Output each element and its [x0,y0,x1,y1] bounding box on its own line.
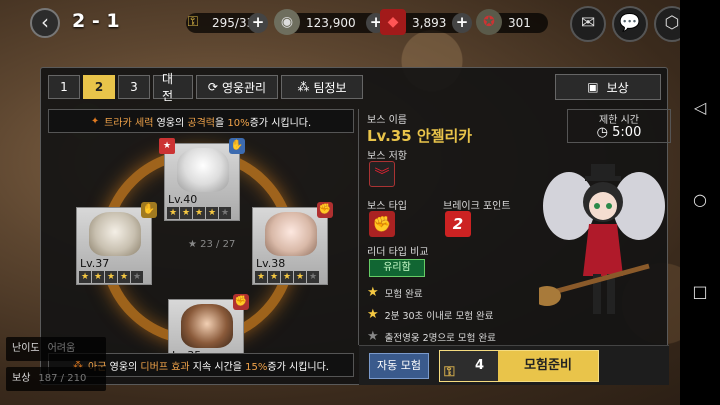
tab-team-2[interactable]: 2 [83,75,115,99]
key-cost: ⚿ 4 [440,351,498,381]
auto-adventure-button[interactable]: 자동 모험 [369,353,429,379]
mission-1: ★ 모험 완료 [367,285,423,300]
mission-2: ★ 2분 30초 이내로 모험 완료 [367,307,494,322]
tab-team-info[interactable]: ⁂ 팀정보 [281,75,363,99]
boss-type-label: 보스 타입 [367,201,407,212]
fist-type-icon: ✊ [233,294,249,310]
chest-icon: ▣ [587,80,599,94]
refresh-icon: ⟳ [207,80,218,94]
boss-name-label: 보스 이름 [367,115,407,126]
chat-button[interactable]: 💬 [612,6,648,42]
add-stamina-button[interactable]: + [248,13,268,33]
gold-counter: ◉ 123,900 + [274,9,386,35]
faction-icon: ✦ [90,115,100,127]
hero-portrait [265,212,317,256]
hero-level: Lv.40 [168,193,198,206]
honor-medal-icon: ✪ [476,9,502,35]
honor-value: 301 [508,16,531,30]
hero-stars: ★★★★★ [79,271,143,283]
hero-slot-left[interactable]: ✋ Lv.37 ★ ★ ★ ★ ★ [76,202,157,285]
key-icon: ⚿ [444,364,455,380]
ruby-counter: ◆ 3,893 + [380,9,472,35]
recents-nav-icon[interactable]: □ [690,282,710,302]
leader-icon: ★ [159,138,175,154]
clock-icon: ◷ [596,125,608,140]
stamina-counter: ⚿ 295/33 + [186,13,268,33]
leader-buff-bar: ✦ 트라카 세력 영웅의 공격력을 10%증가 시킵니다. [48,109,354,133]
hero-portrait [177,148,229,192]
tab-team-info-label: 팀정보 [313,80,347,95]
hero-portrait [181,304,233,348]
break-point-label: 브레이크 포인트 [443,201,511,212]
team-tabs: 1 2 3 대전 ⟳ 영웅관리 ⁂ 팀정보 [48,72,363,103]
formation-progress: ★ 23 / 27 [188,239,236,250]
start-adventure-button[interactable]: ⚿ 4 모험준비 [439,350,599,382]
reward-button[interactable]: ▣ 보상 [555,74,661,100]
adventure-panel: 1 2 3 대전 ⟳ 영웅관리 ⁂ 팀정보 ▣ 보상 ✦ 트라카 세력 영웅의 … [40,67,671,385]
back-nav-icon[interactable]: ◁ [690,98,710,118]
action-bar: 자동 모험 ⚿ 4 모험준비 [359,345,669,385]
tab-hero-manage[interactable]: ⟳ 영웅관리 [196,75,278,99]
boss-portrait [539,164,665,314]
mail-icon: ✉ [580,13,596,33]
fist-type-icon: ✊ [369,211,395,237]
stage-title: 2 - 1 [72,10,120,32]
key-cost-value: 4 [474,358,484,373]
hero-slot-right[interactable]: ✊ Lv.38 ★ ★ ★ ★ ★ [252,202,333,285]
tab-team-1[interactable]: 1 [48,75,80,99]
gold-value: 123,900 [306,16,356,30]
time-limit-box: 제한 시간 ◷ 5:00 [567,109,671,143]
star-icon: ★ [367,307,379,322]
leader-compare-badge: 유리함 [369,259,425,277]
difficulty-indicator[interactable]: 난이도 어려움 [6,337,106,361]
leader-buff-text: 트라카 세력 영웅의 공격력을 10%증가 시킵니다. [104,117,312,129]
time-limit-value: ◷ 5:00 [596,125,642,140]
start-adventure-label: 모험준비 [524,358,572,373]
leader-compare-label: 리더 타입 비교 [367,247,429,258]
home-nav-icon[interactable]: ○ [690,190,710,210]
hero-slot-top[interactable]: ★ ✋ Lv.40 ★ ★ ★ ★ ★ [159,138,245,221]
hero-level: Lv.37 [80,257,110,270]
hero-stars: ★★★★★ [255,271,319,283]
dice-icon: ⬡ [664,13,680,33]
star-icon: ★ [367,329,379,344]
chat-icon: 💬 [619,13,641,33]
key-icon: ⚿ [187,14,199,30]
top-bar: ‹ 2 - 1 ⚿ 295/33 + ◉ 123,900 + ◆ 3,893 +… [0,0,720,48]
hand-type-icon: ✋ [141,202,157,218]
honor-counter: ✪ 301 [476,9,548,35]
resist-chevron-icon: ︾ [369,161,395,187]
tab-hero-manage-label: 영웅관리 [221,80,267,95]
boss-resist-label: 보스 저항 [367,151,407,162]
hero-portrait [89,212,141,256]
boss-name: Lv.35 안젤리카 [367,127,473,145]
mission-3: ★ 출전영웅 2명으로 모험 완료 [367,329,496,344]
break-point-value: 2 [445,211,471,237]
skill-buff-text: 아군 영웅의 디버프 효과 지속 시간을 15%증가 시킵니다. [88,361,329,373]
time-limit-label: 제한 시간 [599,115,639,126]
mail-button[interactable]: ✉ [570,6,606,42]
ruby-icon: ◆ [380,9,406,35]
ruby-value: 3,893 [412,16,447,30]
team-nodes-icon: ⁂ [297,80,310,94]
reward-label: 보상 [606,80,629,95]
hero-stars: ★★★★★ [167,207,231,219]
fist-type-icon: ✊ [317,202,333,218]
star-icon: ★ [367,285,379,300]
tab-battle[interactable]: 대전 [153,72,193,103]
hero-level: Lv.38 [256,257,286,270]
hand-type-icon: ✋ [229,138,245,154]
tab-team-3[interactable]: 3 [118,75,150,99]
back-button[interactable]: ‹ [30,8,60,38]
add-ruby-button[interactable]: + [452,13,472,33]
reward-progress-indicator[interactable]: 보상 187 / 210 [6,367,106,391]
chevron-left-icon: ‹ [41,10,49,34]
coin-icon: ◉ [274,9,300,35]
system-nav-bar: ◁ ○ □ [680,0,720,405]
